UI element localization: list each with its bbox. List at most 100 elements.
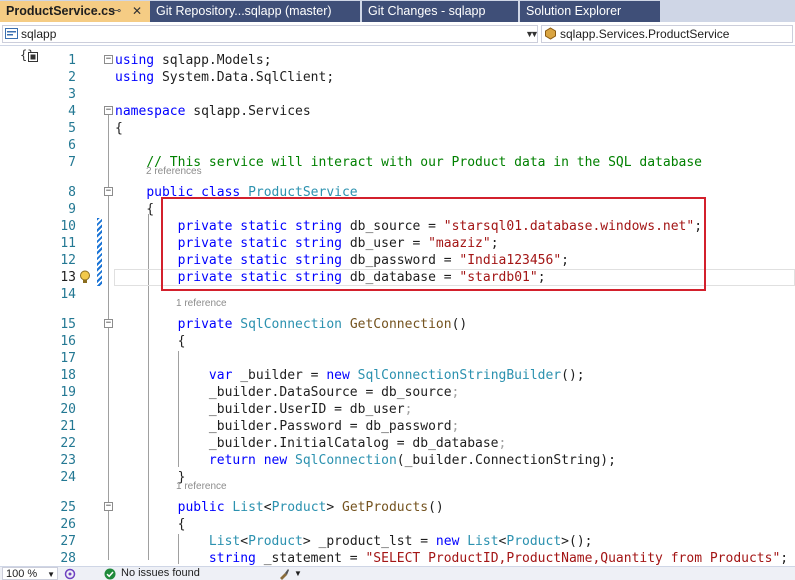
chevron-down-icon: ▼ bbox=[530, 29, 539, 39]
intellicode-icon[interactable] bbox=[64, 568, 76, 580]
line-number: 19 bbox=[60, 385, 76, 400]
zoom-level: 100 % bbox=[6, 568, 38, 580]
code-token: >(); bbox=[561, 534, 593, 549]
line-number: 11 bbox=[60, 236, 76, 251]
code-line[interactable]: 19 _builder.DataSource = db_source; bbox=[0, 384, 795, 401]
collapse-icon[interactable]: − bbox=[104, 319, 113, 328]
code-token: { bbox=[115, 517, 186, 532]
line-number: 6 bbox=[68, 138, 76, 153]
code-line[interactable]: 3 bbox=[0, 86, 795, 103]
line-number: 5 bbox=[68, 121, 76, 136]
code-line[interactable]: 20 _builder.UserID = db_user; bbox=[0, 401, 795, 418]
code-token: GetProducts bbox=[342, 500, 429, 515]
code-line[interactable]: 4 − namespace sqlapp.Services bbox=[0, 103, 795, 120]
pin-icon[interactable]: ⊸ bbox=[112, 1, 121, 21]
tab-productservice[interactable]: ProductService.cs ⊸ ✕ bbox=[0, 1, 150, 22]
line-number: 17 bbox=[60, 351, 76, 366]
line-number: 26 bbox=[60, 517, 76, 532]
code-token: _builder.UserID = db_user bbox=[115, 402, 405, 417]
code-token: using bbox=[115, 70, 155, 85]
code-text: _builder.Password = db_password; bbox=[115, 418, 459, 435]
lightbulb-icon[interactable] bbox=[79, 270, 91, 284]
line-number: 2 bbox=[68, 70, 76, 85]
code-token: List bbox=[208, 534, 241, 549]
code-line[interactable]: 17 bbox=[0, 350, 795, 367]
code-token: new bbox=[435, 534, 460, 549]
code-token: List bbox=[467, 534, 499, 549]
code-editor[interactable]: {} 1− using sqlapp.Models; 2 using System.D… bbox=[0, 46, 795, 566]
line-number: 24 bbox=[60, 470, 76, 485]
chevron-down-icon[interactable]: ▼ bbox=[294, 567, 302, 580]
codelens-references[interactable]: 1 reference bbox=[176, 481, 227, 493]
line-number: 28 bbox=[60, 551, 76, 566]
issues-status[interactable]: No issues found bbox=[121, 567, 200, 580]
code-token: List bbox=[232, 500, 264, 515]
line-number: 27 bbox=[60, 534, 76, 549]
code-token: } bbox=[115, 470, 186, 485]
code-text: var _builder = new SqlConnectionStringBu… bbox=[115, 367, 585, 384]
code-line[interactable]: 15 − private SqlConnection GetConnection(… bbox=[0, 316, 795, 333]
code-token: > _product_lst = bbox=[302, 534, 436, 549]
line-number: 16 bbox=[60, 334, 76, 349]
code-token: _builder = bbox=[232, 368, 327, 383]
code-line[interactable]: 16 { bbox=[0, 333, 795, 350]
code-line[interactable]: 21 _builder.Password = db_password; bbox=[0, 418, 795, 435]
code-token: _builder.DataSource = db_source bbox=[115, 385, 452, 400]
line-number: 21 bbox=[60, 419, 76, 434]
code-line[interactable]: 25 − public List<Product> GetProducts() bbox=[0, 499, 795, 516]
line-number: 18 bbox=[60, 368, 76, 383]
code-line[interactable]: 26 { bbox=[0, 516, 795, 533]
codelens-references[interactable]: 2 references bbox=[146, 166, 202, 178]
check-circle-icon[interactable] bbox=[104, 568, 116, 580]
code-token: GetConnection bbox=[349, 317, 452, 332]
tab-label: ProductService.cs bbox=[6, 4, 116, 18]
collapse-icon[interactable]: − bbox=[104, 502, 113, 511]
code-token: // This service will interact with our P… bbox=[146, 155, 703, 170]
code-token: _statement = bbox=[255, 551, 366, 566]
code-text: { bbox=[115, 201, 154, 218]
code-line[interactable]: 1 − using sqlapp.Models; bbox=[0, 52, 795, 69]
close-icon[interactable]: ✕ bbox=[132, 1, 142, 21]
code-line[interactable]: 5{ bbox=[0, 120, 795, 137]
code-line[interactable]: 24 } bbox=[0, 469, 795, 486]
tab-git-repository[interactable]: Git Repository...sqlapp (master) bbox=[150, 1, 360, 22]
code-line[interactable]: 18 var _builder = new SqlConnectionStrin… bbox=[0, 367, 795, 384]
codelens-references[interactable]: 1 reference bbox=[176, 298, 227, 310]
code-line[interactable]: 23 return new SqlConnection(_builder.Con… bbox=[0, 452, 795, 469]
line-number: 7 bbox=[68, 155, 76, 170]
collapse-icon[interactable]: − bbox=[104, 187, 113, 196]
line-number: 22 bbox=[60, 436, 76, 451]
code-token: new bbox=[326, 368, 350, 383]
code-token: ; bbox=[498, 436, 507, 451]
line-number: 23 bbox=[60, 453, 76, 468]
scope-dropdown[interactable]: ▼ sqlapp.Services.ProductService bbox=[530, 25, 793, 43]
code-line[interactable]: 2 using System.Data.SqlClient; bbox=[0, 69, 795, 86]
code-token: var bbox=[208, 368, 233, 383]
code-line[interactable]: 7 // This service will interact with our… bbox=[0, 154, 795, 171]
code-token: { bbox=[115, 121, 123, 136]
collapse-icon[interactable]: − bbox=[104, 55, 113, 64]
code-token: Product bbox=[271, 500, 327, 515]
code-token: sqlapp.Services bbox=[185, 104, 311, 119]
line-number: 1 bbox=[68, 53, 76, 68]
code-token: sqlapp.Models; bbox=[154, 53, 272, 68]
tab-git-changes[interactable]: Git Changes - sqlapp bbox=[362, 1, 518, 22]
code-line[interactable]: 22 _builder.InitialCatalog = db_database… bbox=[0, 435, 795, 452]
code-line[interactable]: 27 List<Product> _product_lst = new List… bbox=[0, 533, 795, 550]
collapse-icon[interactable]: − bbox=[104, 106, 113, 115]
zoom-dropdown[interactable]: 100 % ▼ bbox=[2, 567, 58, 580]
code-token: _builder.Password = db_password bbox=[115, 419, 452, 434]
brush-icon[interactable] bbox=[278, 568, 290, 580]
code-token: SqlConnection bbox=[240, 317, 342, 332]
line-number: 20 bbox=[60, 402, 76, 417]
code-text: using System.Data.SqlClient; bbox=[115, 69, 334, 86]
code-line[interactable]: 28 string _statement = "SELECT ProductID… bbox=[0, 550, 795, 566]
code-token: using bbox=[115, 53, 155, 68]
code-line[interactable]: 6 bbox=[0, 137, 795, 154]
project-dropdown[interactable]: sqlapp ▼ bbox=[2, 25, 538, 43]
tab-solution-explorer[interactable]: Solution Explorer bbox=[520, 1, 660, 22]
code-text: { bbox=[115, 333, 186, 350]
code-token: () bbox=[428, 500, 444, 515]
